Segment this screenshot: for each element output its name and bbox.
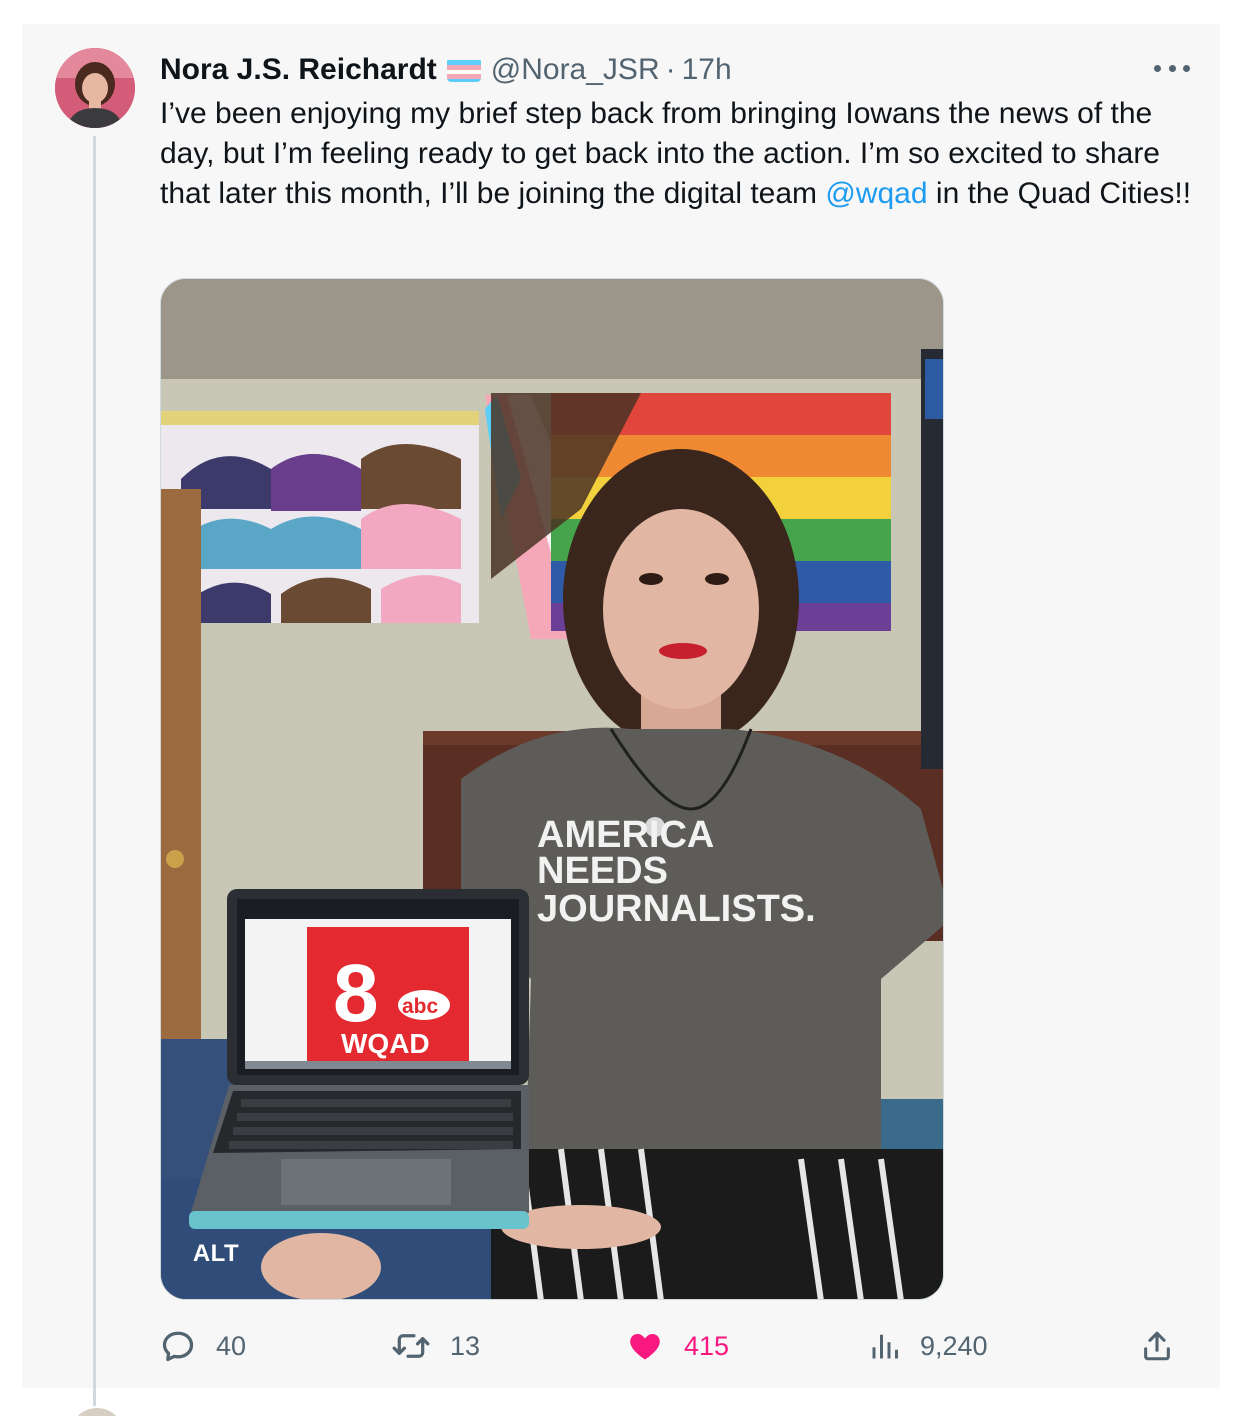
reply-count: 40 — [216, 1330, 247, 1361]
alt-text-badge[interactable]: ALT — [183, 1235, 249, 1273]
views-button[interactable]: 9,240 — [870, 1324, 988, 1368]
tweet-photo[interactable]: AMERICA NEEDS JOURNALISTS. 8 abc WQAD AL… — [160, 278, 944, 1300]
tweet-header: Nora J.S. Reichardt @Nora_JSR · 17h — [160, 50, 1200, 90]
more-icon[interactable] — [1154, 54, 1190, 82]
shirt-text-line-3: JOURNALISTS. — [537, 888, 816, 930]
transgender-flag-icon — [446, 58, 481, 82]
tweet-text: I’ve been enjoying my brief step back fr… — [160, 94, 1200, 214]
retweet-button[interactable]: 13 — [392, 1324, 480, 1368]
mention-link[interactable]: @wqad — [825, 177, 927, 210]
photo-illustration: AMERICA NEEDS JOURNALISTS. 8 abc WQAD — [161, 279, 943, 1299]
next-tweet-avatar[interactable] — [70, 1408, 124, 1416]
tweet-text-part: in the Quad Cities!! — [927, 177, 1192, 210]
handle[interactable]: @Nora_JSR — [491, 53, 660, 87]
retweet-icon — [392, 1334, 430, 1358]
like-count: 415 — [684, 1330, 730, 1361]
views-icon — [872, 1334, 898, 1359]
heart-icon — [630, 1334, 660, 1360]
thread-line — [93, 136, 96, 1406]
share-icon — [1144, 1331, 1170, 1361]
shirt-text-line-2: NEEDS — [537, 850, 668, 892]
share-button[interactable] — [1140, 1324, 1174, 1368]
reply-icon — [162, 1331, 194, 1362]
screen-logo-number: 8 — [333, 948, 379, 1039]
like-button[interactable]: 415 — [626, 1324, 729, 1368]
retweet-count: 13 — [450, 1330, 481, 1361]
screen-logo-network: abc — [402, 995, 439, 1018]
views-count: 9,240 — [920, 1330, 988, 1361]
timestamp[interactable]: 17h — [682, 53, 732, 87]
screen-logo-station: WQAD — [341, 1028, 430, 1059]
action-bar: 40 13 415 9,240 — [160, 1324, 1200, 1368]
display-name[interactable]: Nora J.S. Reichardt — [160, 53, 437, 87]
tweet-card[interactable]: Nora J.S. Reichardt @Nora_JSR · 17h I’ve… — [22, 24, 1220, 1406]
separator-dot: · — [665, 53, 676, 86]
avatar[interactable] — [55, 48, 135, 128]
reply-button[interactable]: 40 — [160, 1324, 246, 1368]
